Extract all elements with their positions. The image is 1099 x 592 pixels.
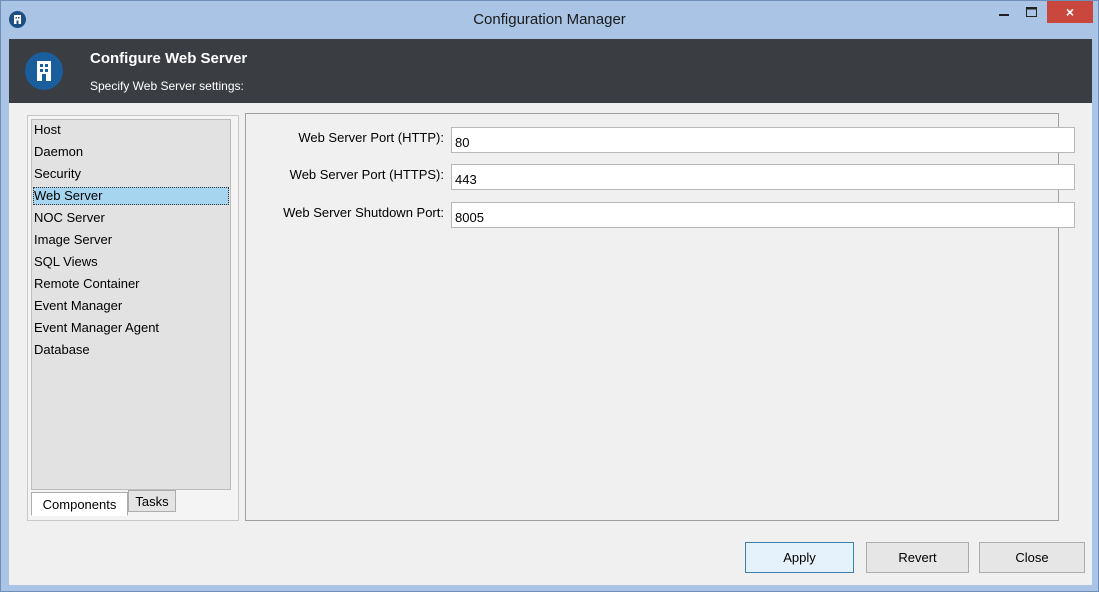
list-item-daemon[interactable]: Daemon	[33, 143, 229, 161]
configuration-manager-window: Configuration Manager × Configure Web Se…	[0, 0, 1099, 592]
list-item-remote-container[interactable]: Remote Container	[33, 275, 229, 293]
close-button[interactable]: Close	[979, 542, 1085, 573]
apply-button[interactable]: Apply	[745, 542, 854, 573]
minimize-button[interactable]	[991, 1, 1017, 23]
page-title: Configure Web Server	[90, 50, 248, 67]
shutdown-port-input[interactable]	[451, 202, 1075, 228]
revert-button[interactable]: Revert	[866, 542, 969, 573]
maximize-icon	[1025, 7, 1037, 17]
window-title: Configuration Manager	[473, 11, 626, 28]
components-panel: Host Daemon Security Web Server NOC Serv…	[27, 115, 239, 521]
main-content: Host Daemon Security Web Server NOC Serv…	[9, 103, 1092, 585]
components-list[interactable]: Host Daemon Security Web Server NOC Serv…	[31, 119, 231, 490]
settings-panel: Web Server Port (HTTP): Web Server Port …	[245, 113, 1075, 521]
close-window-button[interactable]: ×	[1047, 1, 1093, 23]
http-port-label: Web Server Port (HTTP):	[298, 130, 444, 145]
shutdown-port-label: Web Server Shutdown Port:	[283, 205, 444, 220]
list-item-database[interactable]: Database	[33, 341, 229, 359]
list-item-event-manager[interactable]: Event Manager	[33, 297, 229, 315]
hotel-building-icon	[25, 52, 63, 90]
list-item-security[interactable]: Security	[33, 165, 229, 183]
tab-tasks[interactable]: Tasks	[128, 490, 176, 512]
list-item-image-server[interactable]: Image Server	[33, 231, 229, 249]
list-item-event-manager-agent[interactable]: Event Manager Agent	[33, 319, 229, 337]
list-item-host[interactable]: Host	[33, 121, 229, 139]
minimize-icon	[999, 14, 1009, 16]
http-port-input[interactable]	[451, 127, 1075, 153]
title-bar[interactable]: Configuration Manager ×	[1, 1, 1098, 39]
maximize-button[interactable]	[1018, 1, 1044, 23]
https-port-label: Web Server Port (HTTPS):	[289, 167, 444, 182]
header-banner: Configure Web Server Specify Web Server …	[9, 39, 1092, 103]
close-icon: ×	[1065, 4, 1075, 20]
list-item-noc-server[interactable]: NOC Server	[33, 209, 229, 227]
list-item-web-server[interactable]: Web Server	[33, 187, 229, 205]
https-port-input[interactable]	[451, 164, 1075, 190]
page-subtitle: Specify Web Server settings:	[90, 79, 244, 93]
tab-components[interactable]: Components	[31, 492, 128, 516]
list-item-sql-views[interactable]: SQL Views	[33, 253, 229, 271]
